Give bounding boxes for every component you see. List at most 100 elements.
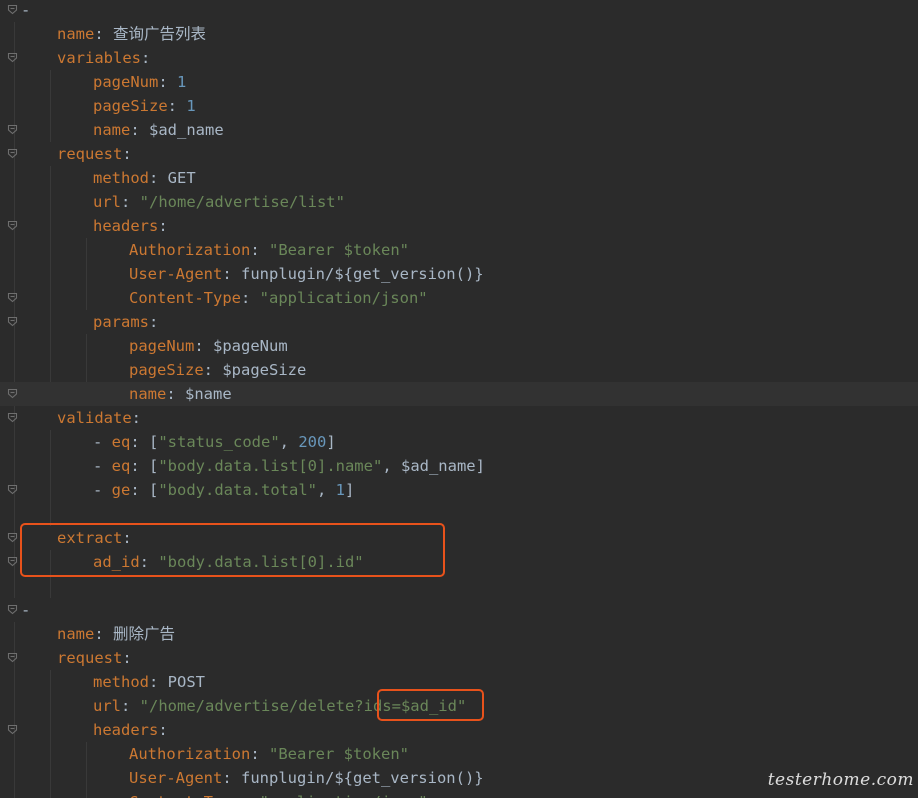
code-line[interactable]: method: GET — [0, 166, 918, 190]
code-token: "Bearer $token" — [269, 745, 409, 763]
code-line[interactable]: name: $name — [0, 382, 918, 406]
code-token: : — [222, 265, 241, 283]
code-line[interactable]: headers: — [0, 214, 918, 238]
code-token: ] — [345, 481, 355, 499]
fold-marker-icon[interactable] — [7, 484, 18, 495]
code-line[interactable]: Authorization: "Bearer $token" — [0, 742, 918, 766]
fold-marker-icon[interactable] — [7, 316, 18, 327]
code-line[interactable]: Authorization: "Bearer $token" — [0, 238, 918, 262]
code-line[interactable]: User-Agent: funplugin/${get_version()} — [0, 262, 918, 286]
code-line[interactable]: Content-Type: "application/json" — [0, 286, 918, 310]
code-line[interactable]: - eq: ["body.data.list[0].name", $ad_nam… — [0, 454, 918, 478]
code-text: method: POST — [93, 670, 205, 694]
code-token: , — [279, 433, 299, 451]
code-text: method: GET — [93, 166, 196, 190]
fold-marker-icon[interactable] — [7, 148, 18, 159]
code-text: request: — [57, 646, 132, 670]
code-text: User-Agent: funplugin/${get_version()} — [129, 262, 484, 286]
code-token: name — [57, 625, 95, 643]
code-token: : — [158, 217, 168, 235]
code-line[interactable]: pageNum: $pageNum — [0, 334, 918, 358]
code-token: POST — [167, 673, 205, 691]
code-token: funplugin/${get_version()} — [241, 769, 484, 787]
code-token: : [ — [130, 481, 159, 499]
code-token: method — [93, 673, 149, 691]
code-editor[interactable]: - name: 查询广告列表 variables: pageNum: 1 pageSiz… — [0, 0, 918, 798]
code-line[interactable]: name: 删除广告 — [0, 622, 918, 646]
code-line[interactable]: variables: — [0, 46, 918, 70]
code-token: pageNum — [93, 73, 159, 91]
code-text: name: 删除广告 — [57, 622, 175, 646]
code-token: pageSize — [93, 97, 168, 115]
code-token: - — [21, 1, 31, 19]
code-text: - — [21, 598, 30, 622]
code-token: "application/json" — [259, 289, 428, 307]
code-token: : — [250, 241, 269, 259]
code-token: : — [130, 121, 149, 139]
fold-marker-icon[interactable] — [7, 388, 18, 399]
code-text: Authorization: "Bearer $token" — [129, 742, 409, 766]
code-line[interactable]: Content-Type: "application/json" — [0, 790, 918, 798]
code-line[interactable] — [0, 574, 918, 598]
code-line[interactable]: url: "/home/advertise/list" — [0, 190, 918, 214]
code-line[interactable]: params: — [0, 310, 918, 334]
fold-marker-icon[interactable] — [7, 412, 18, 423]
code-token: - — [93, 433, 112, 451]
fold-marker-icon[interactable] — [7, 532, 18, 543]
code-line[interactable]: - ge: ["body.data.total", 1] — [0, 478, 918, 502]
code-line[interactable]: validate: — [0, 406, 918, 430]
code-line[interactable]: name: $ad_name — [0, 118, 918, 142]
code-token: pageSize — [129, 361, 204, 379]
code-token: validate — [57, 409, 132, 427]
code-text: variables: — [57, 46, 150, 70]
code-text: pageSize: $pageSize — [129, 358, 306, 382]
fold-marker-icon[interactable] — [7, 652, 18, 663]
code-line[interactable]: - — [0, 598, 918, 622]
code-token: $pageNum — [213, 337, 288, 355]
code-token: 1 — [186, 97, 196, 115]
fold-marker-icon[interactable] — [7, 556, 18, 567]
code-token: - — [93, 481, 112, 499]
fold-marker-icon[interactable] — [7, 292, 18, 303]
code-token: : — [250, 745, 269, 763]
code-line[interactable]: - eq: ["status_code", 200] — [0, 430, 918, 454]
code-token: : — [158, 721, 168, 739]
code-text: pageNum: 1 — [93, 70, 186, 94]
code-line[interactable]: name: 查询广告列表 — [0, 22, 918, 46]
code-line[interactable]: request: — [0, 142, 918, 166]
fold-marker-icon[interactable] — [7, 220, 18, 231]
code-token: GET — [167, 169, 196, 187]
code-text: Authorization: "Bearer $token" — [129, 238, 409, 262]
code-token: variables — [57, 49, 141, 67]
code-token: ge — [111, 481, 131, 499]
code-line[interactable]: pageNum: 1 — [0, 70, 918, 94]
fold-marker-icon[interactable] — [7, 604, 18, 615]
code-token: : — [240, 289, 260, 307]
code-line[interactable]: request: — [0, 646, 918, 670]
fold-marker-icon[interactable] — [7, 724, 18, 735]
code-line[interactable]: - — [0, 0, 918, 22]
code-token: "body.data.list[0].name" — [158, 457, 383, 475]
code-token: pageNum — [129, 337, 195, 355]
code-token: - — [93, 457, 112, 475]
code-token: : — [149, 313, 159, 331]
code-text: name: $name — [129, 382, 232, 406]
code-token: : — [203, 361, 223, 379]
code-line[interactable]: pageSize: 1 — [0, 94, 918, 118]
code-text: User-Agent: funplugin/${get_version()} — [129, 766, 484, 790]
code-line[interactable]: pageSize: $pageSize — [0, 358, 918, 382]
fold-marker-icon[interactable] — [7, 52, 18, 63]
code-token: User-Agent — [129, 769, 223, 787]
code-token: "status_code" — [158, 433, 280, 451]
code-token: $ad_name — [400, 457, 476, 475]
code-line[interactable]: headers: — [0, 718, 918, 742]
fold-marker-icon[interactable] — [7, 124, 18, 135]
fold-marker-icon[interactable] — [7, 4, 18, 15]
code-token: name — [129, 385, 167, 403]
code-text: params: — [93, 310, 158, 334]
code-token: $pageSize — [222, 361, 307, 379]
code-token: Authorization — [129, 745, 251, 763]
code-token: "application/json" — [260, 793, 428, 798]
code-text: url: "/home/advertise/list" — [93, 190, 345, 214]
code-token: Authorization — [129, 241, 251, 259]
